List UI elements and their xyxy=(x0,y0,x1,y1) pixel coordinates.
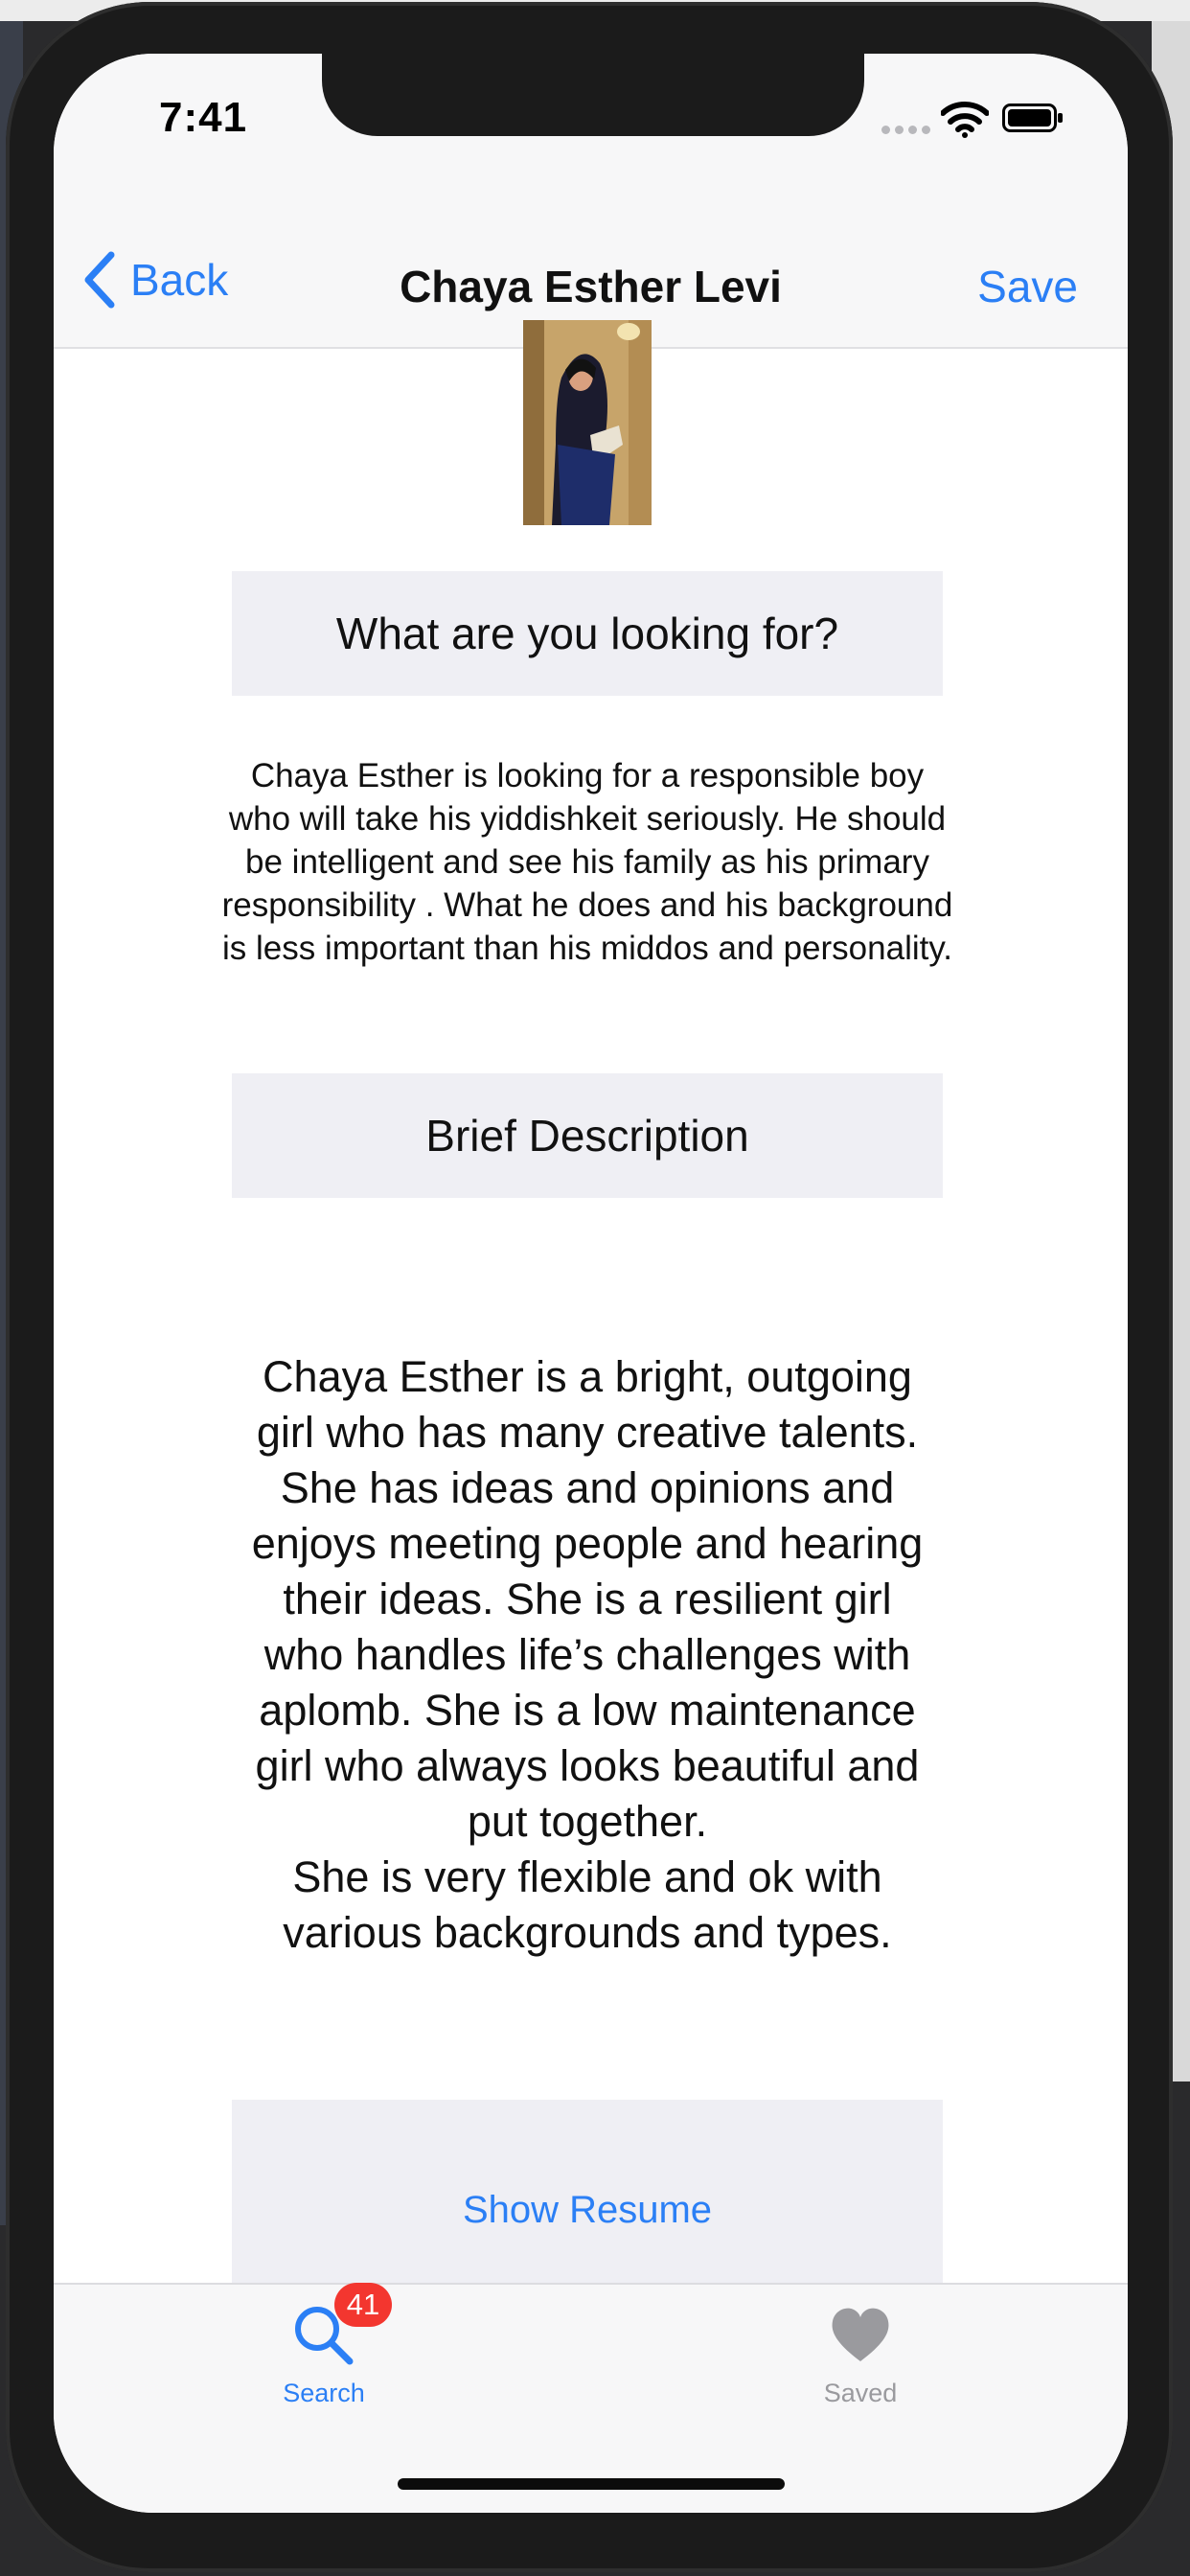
show-resume-label: Show Resume xyxy=(462,2188,713,2231)
notification-badge: 41 xyxy=(334,2283,392,2327)
description-text: Chaya Esther is a bright, outgoing girl … xyxy=(217,1349,958,1961)
tab-search-label: Search xyxy=(283,2379,365,2407)
status-time: 7:41 xyxy=(159,94,248,141)
save-button[interactable]: Save xyxy=(977,261,1078,312)
tab-saved-label: Saved xyxy=(823,2379,898,2407)
profile-photo[interactable] xyxy=(523,320,652,525)
description-line: various backgrounds and types. xyxy=(283,1908,892,1957)
tab-saved[interactable]: Saved xyxy=(765,2302,956,2408)
looking-for-heading: What are you looking for? xyxy=(335,609,839,658)
description-line: their ideas. She is a resilient girl xyxy=(283,1575,892,1623)
phone-screen: 7:41 Back Chaya Esther Levi Save What ar… xyxy=(54,54,1128,2513)
description-line: put together. xyxy=(467,1797,708,1846)
description-line: enjoys meeting people and hearing xyxy=(251,1519,924,1568)
cellular-signal-icon xyxy=(881,121,931,134)
description-line: aplomb. She is a low maintenance xyxy=(259,1686,916,1735)
device-notch xyxy=(322,54,864,136)
description-heading: Brief Description xyxy=(425,1111,749,1161)
description-line: She has ideas and opinions and xyxy=(280,1463,895,1512)
looking-for-heading-box: What are you looking for? xyxy=(232,571,943,696)
description-line: who handles life’s challenges with xyxy=(263,1630,911,1679)
description-line: girl who always looks beautiful and xyxy=(255,1741,920,1790)
description-heading-box: Brief Description xyxy=(232,1073,943,1198)
description-line: She is very flexible and ok with xyxy=(292,1852,882,1901)
page-title: Chaya Esther Levi xyxy=(400,262,782,311)
profile-photo-image xyxy=(523,320,652,525)
tab-search[interactable]: 41 Search xyxy=(228,2283,420,2408)
description-line: girl who has many creative talents. xyxy=(256,1408,919,1457)
phone-frame: 7:41 Back Chaya Esther Levi Save What ar… xyxy=(6,2,1173,2572)
heart-icon xyxy=(832,2308,889,2361)
home-indicator[interactable] xyxy=(398,2478,785,2490)
looking-for-text: Chaya Esther is looking for a responsibl… xyxy=(221,757,953,967)
description-line: Chaya Esther is a bright, outgoing xyxy=(263,1352,912,1401)
wifi-icon xyxy=(941,102,989,138)
battery-icon xyxy=(1002,104,1063,132)
